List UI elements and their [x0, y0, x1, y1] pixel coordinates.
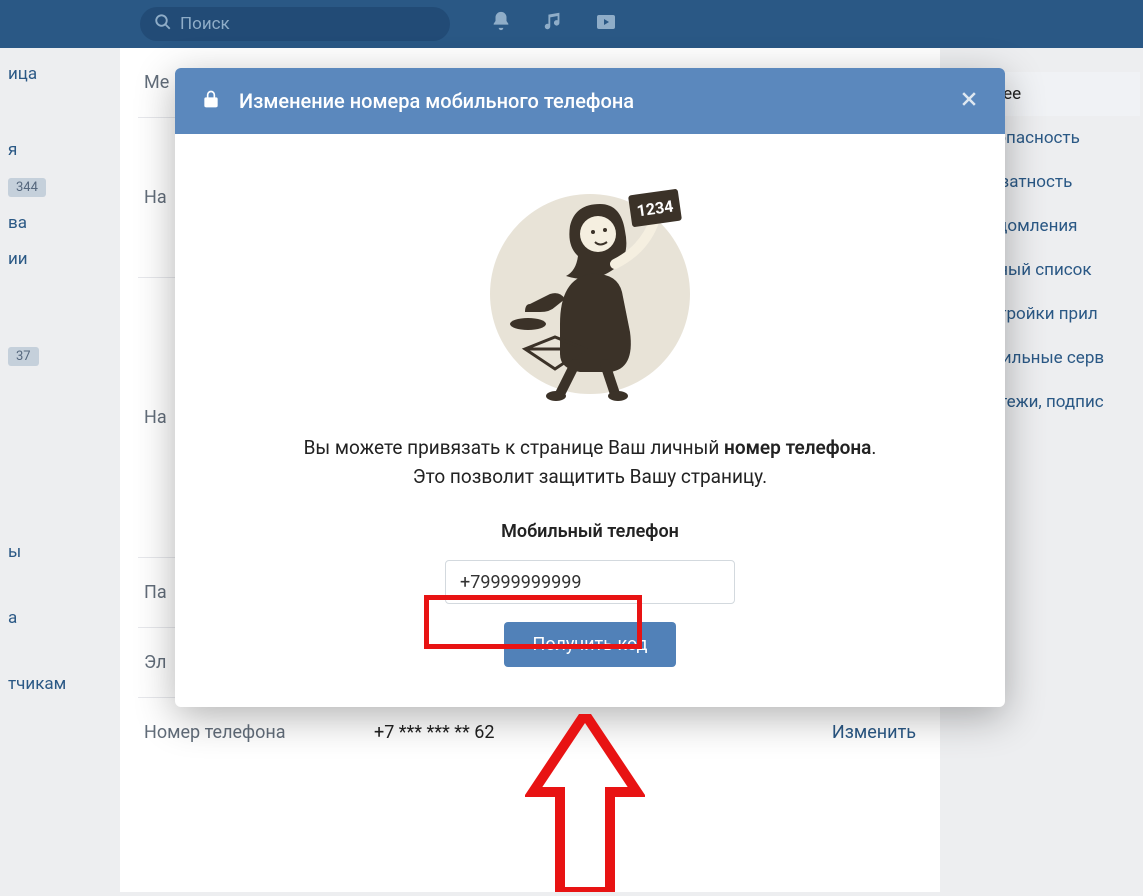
- modal-body: 1234 Вы можете привязать к с: [175, 134, 1005, 707]
- modal-title: Изменение номера мобильного телефона: [239, 89, 959, 113]
- get-code-button[interactable]: Получить код: [504, 622, 675, 667]
- modal-overlay: Изменение номера мобильного телефона: [0, 0, 1143, 892]
- modal-description: Вы можете привязать к странице Ваш личны…: [215, 434, 965, 491]
- desc-bold: номер телефона: [724, 436, 871, 459]
- lock-icon: [201, 88, 221, 114]
- desc-text: Вы можете привязать к странице Ваш личны…: [304, 436, 724, 459]
- close-icon[interactable]: [959, 89, 979, 113]
- phone-input[interactable]: [445, 560, 735, 604]
- modal-header: Изменение номера мобильного телефона: [175, 68, 1005, 134]
- desc-text: .: [871, 436, 876, 459]
- illustration: 1234: [480, 164, 700, 404]
- phone-field-label: Мобильный телефон: [215, 521, 965, 542]
- change-phone-modal: Изменение номера мобильного телефона: [175, 68, 1005, 707]
- desc-text: Это позволит защитить Вашу страницу.: [413, 465, 767, 488]
